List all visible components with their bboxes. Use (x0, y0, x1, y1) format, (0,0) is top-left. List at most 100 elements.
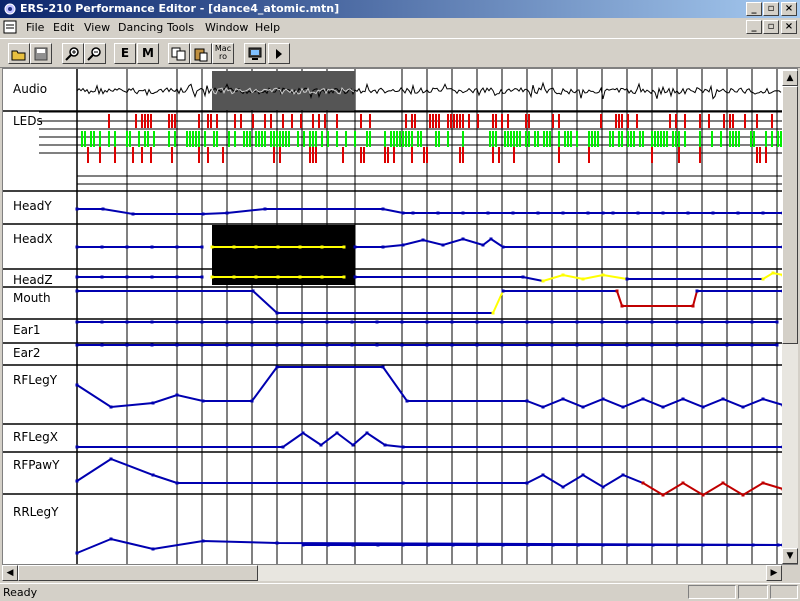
led-red-mark (282, 114, 284, 128)
led-green-mark (729, 131, 731, 147)
rflegy-curve-point (75, 383, 79, 387)
led-green-mark (144, 131, 146, 147)
copy-button[interactable] (168, 43, 190, 64)
scroll-down-icon[interactable]: ▼ (782, 548, 798, 564)
rflegy-curve-point (721, 397, 725, 401)
heady-curve-point (201, 212, 205, 216)
paste-icon (194, 48, 208, 62)
horizontal-scroll-thumb[interactable] (18, 565, 258, 581)
menu-edit[interactable]: Edit (53, 21, 74, 34)
horizontal-scrollbar[interactable]: ◀ ▶ (2, 565, 782, 581)
child-minimize-icon[interactable]: _ (746, 20, 762, 34)
led-green-mark (396, 131, 398, 147)
restore-icon[interactable]: ▫ (763, 2, 779, 16)
zoom-out-button[interactable] (84, 43, 106, 64)
headx-selected-point (320, 245, 324, 249)
e-button[interactable]: E (114, 43, 136, 64)
vertical-scrollbar[interactable]: ▲ ▼ (782, 70, 798, 564)
led-red-mark (756, 147, 758, 163)
headx-curve-point (100, 245, 104, 249)
m-button[interactable]: M (137, 43, 159, 64)
rrlegy-keys-point (451, 543, 455, 547)
headz-selected-point (210, 275, 214, 279)
close-icon[interactable]: × (781, 2, 797, 16)
save-button[interactable] (30, 43, 52, 64)
document-icon[interactable] (3, 20, 17, 34)
rflegy-curve-point (109, 405, 113, 409)
led-red-mark (144, 114, 146, 128)
led-red-mark (393, 147, 395, 163)
heady-curve-point (75, 207, 79, 211)
child-restore-icon[interactable]: ▫ (763, 20, 779, 34)
open-button[interactable] (8, 43, 30, 64)
led-red-mark (300, 114, 302, 128)
mouth-curve-3-point (695, 289, 699, 293)
rflegy-curve-point (621, 405, 625, 409)
led-green-mark (186, 131, 188, 147)
led-green-mark (663, 131, 665, 147)
ear2-curve-point (400, 343, 404, 347)
scroll-right-icon[interactable]: ▶ (766, 565, 782, 581)
led-green-mark (393, 131, 395, 147)
track-label-audio: Audio (13, 82, 48, 96)
led-green-mark (732, 131, 734, 147)
headz-curve-mid-point (353, 275, 357, 279)
led-green-mark (402, 131, 404, 147)
headx-curve-right-point (441, 243, 445, 247)
led-red-mark (252, 114, 254, 128)
rflegy-curve-point (661, 405, 665, 409)
heady-keys-point (411, 211, 415, 215)
menu-dancing[interactable]: Dancing (118, 21, 163, 34)
rfpawy-red-point (761, 481, 765, 485)
led-red-mark (168, 114, 170, 128)
led-green-mark (345, 131, 347, 147)
scroll-up-icon[interactable]: ▲ (782, 70, 798, 86)
rflegy-curve-point (525, 399, 529, 403)
ear2-curve-point (225, 343, 229, 347)
rfpawy-red-point (641, 481, 645, 485)
led-red-mark (309, 147, 311, 163)
led-red-mark (342, 147, 344, 163)
led-green-mark (447, 131, 449, 147)
rrlegy-keys-point (401, 543, 405, 547)
rrlegy-keys-point (301, 543, 305, 547)
led-red-mark (765, 147, 767, 163)
paste-button[interactable] (190, 43, 212, 64)
child-close-icon[interactable]: × (781, 20, 797, 34)
rrlegy-keys-point (526, 543, 530, 547)
led-green-mark (213, 131, 215, 147)
led-green-mark (591, 131, 593, 147)
headz-curve-point (100, 275, 104, 279)
menu-tools[interactable]: Tools (167, 21, 194, 34)
macro-button[interactable]: Mac ro (212, 43, 234, 64)
vertical-scroll-thumb[interactable] (782, 86, 798, 344)
ear1-curve-point (275, 320, 279, 324)
led-red-mark (423, 147, 425, 163)
led-red-mark (528, 114, 530, 128)
mouth-curve (77, 290, 493, 314)
rflegy-curve-point (641, 397, 645, 401)
rflegy-curve-point (275, 365, 279, 369)
menu-file[interactable]: File (26, 21, 44, 34)
menu-window[interactable]: Window (205, 21, 248, 34)
menu-view[interactable]: View (84, 21, 110, 34)
rflegy-curve-point (405, 399, 409, 403)
led-red-mark (477, 114, 479, 128)
heady-curve-point (131, 212, 135, 216)
headx-selected-point (254, 245, 258, 249)
rrlegy-keys-point (676, 543, 680, 547)
menu-help[interactable]: Help (255, 21, 280, 34)
heady-keys-point (436, 211, 440, 215)
scroll-left-icon[interactable]: ◀ (2, 565, 18, 581)
timeline-area[interactable]: Audio LEDs HeadY HeadX HeadZ Mouth Ear1 … (2, 68, 798, 565)
timeline-canvas[interactable] (3, 69, 798, 565)
ear2-curve-point (350, 343, 354, 347)
led-green-mark (711, 131, 713, 147)
ear2-curve-point (525, 343, 529, 347)
led-green-mark (534, 131, 536, 147)
monitor-button[interactable] (244, 43, 266, 64)
led-red-mark (558, 147, 560, 163)
play-button[interactable] (268, 43, 290, 64)
zoom-in-button[interactable] (62, 43, 84, 64)
minimize-icon[interactable]: _ (746, 2, 762, 16)
